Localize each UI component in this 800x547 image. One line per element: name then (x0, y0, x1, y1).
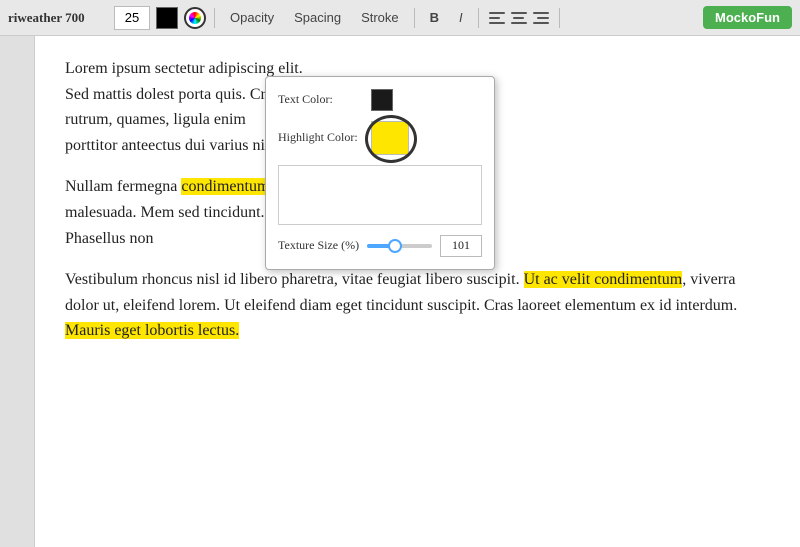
separator-2 (414, 8, 415, 28)
text-color-black-swatch[interactable] (371, 89, 393, 111)
mockofun-button[interactable]: MockoFun (703, 6, 792, 29)
font-size-input[interactable] (114, 6, 150, 30)
italic-button[interactable]: I (452, 7, 470, 28)
texture-size-slider[interactable] (367, 237, 432, 255)
highlight-swatch-wrapper (371, 121, 409, 155)
bold-button[interactable]: B (423, 7, 446, 28)
align-center-button[interactable] (509, 9, 529, 27)
slider-thumb[interactable] (388, 239, 402, 253)
color-picker-button[interactable] (184, 7, 206, 29)
align-left-button[interactable] (487, 9, 507, 27)
text-color-swatch[interactable] (156, 7, 178, 29)
slider-track (367, 244, 432, 248)
spacing-button[interactable]: Spacing (287, 7, 348, 28)
canvas-area[interactable]: Lorem ipsum sectetur adipiscing elit. Se… (35, 36, 800, 547)
main-content-area: Lorem ipsum sectetur adipiscing elit. Se… (0, 36, 800, 547)
align-right-button[interactable] (531, 9, 551, 27)
color-picker-popup: Text Color: Highlight Color: Texture Siz… (265, 76, 495, 270)
highlight-ut-ac: Ut ac velit condimentum (524, 271, 683, 288)
highlight-mauris: Mauris eget lobortis lectus. (65, 322, 239, 339)
highlight-color-label: Highlight Color: (278, 128, 363, 147)
text-color-row: Text Color: (278, 89, 482, 111)
text-color-label: Text Color: (278, 90, 363, 109)
texture-size-value: 101 (440, 235, 482, 257)
highlight-color-yellow-swatch[interactable] (371, 121, 409, 155)
highlight-condimentum: condimentum (181, 178, 269, 195)
stroke-button[interactable]: Stroke (354, 7, 406, 28)
highlight-color-row: Highlight Color: (278, 121, 482, 155)
separator-4 (559, 8, 560, 28)
main-toolbar: riweather 700 Opacity Spacing Stroke B I… (0, 0, 800, 36)
texture-preview-box (278, 165, 482, 225)
font-name-display: riweather 700 (8, 10, 108, 26)
opacity-button[interactable]: Opacity (223, 7, 281, 28)
texture-size-label: Texture Size (%) (278, 236, 359, 255)
texture-size-row: Texture Size (%) 101 (278, 235, 482, 257)
paragraph-3: Vestibulum rhoncus nisl id libero pharet… (65, 267, 770, 344)
separator-1 (214, 8, 215, 28)
align-buttons (487, 9, 551, 27)
left-sidebar (0, 36, 35, 547)
separator-3 (478, 8, 479, 28)
